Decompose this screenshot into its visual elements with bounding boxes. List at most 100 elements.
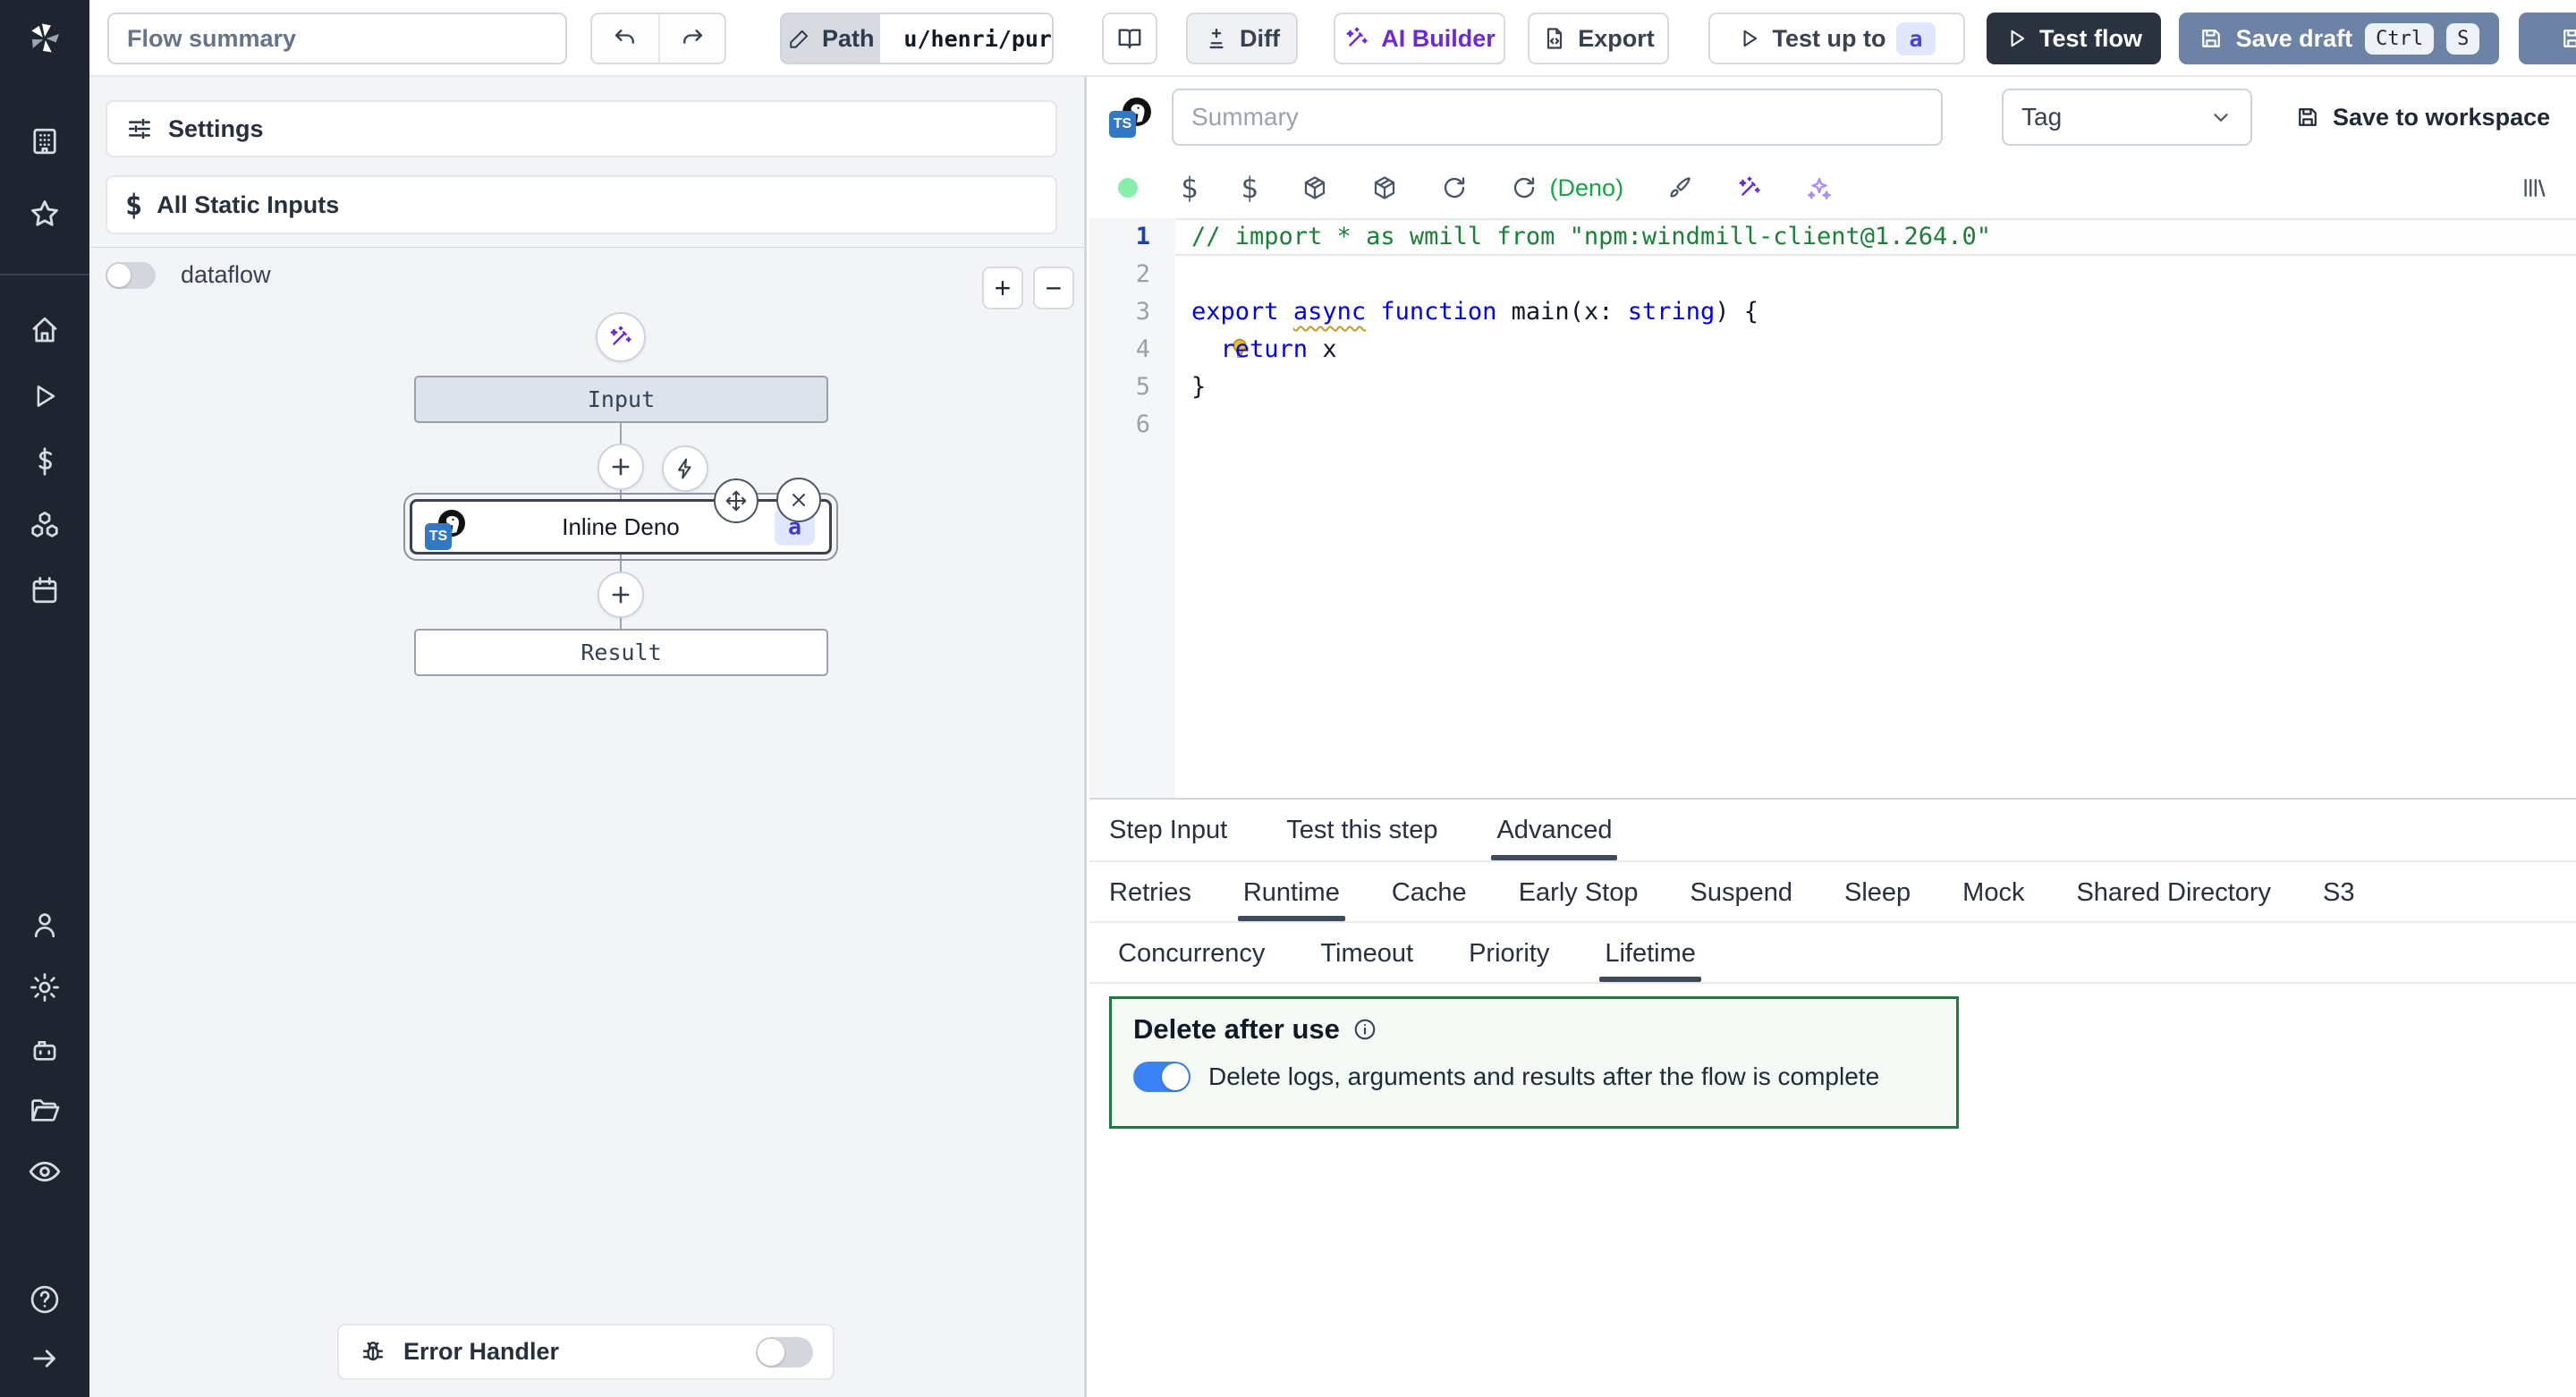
diff-button[interactable]: Diff: [1186, 13, 1298, 64]
tab-suspend[interactable]: Suspend: [1690, 864, 1792, 921]
flow-summary-input[interactable]: [107, 13, 567, 64]
reload-icon[interactable]: [1441, 174, 1468, 201]
flow-panel: Settings $ All Static Inputs dataflow + …: [89, 77, 1087, 1397]
zoom-out-button[interactable]: −: [1033, 267, 1074, 309]
step-editor-panel: TS Tag Save to workspace $ $: [1089, 77, 2576, 1397]
code-line-1: // import * as wmill from "npm:windmill-…: [1175, 218, 2576, 256]
favorites-star-icon[interactable]: [28, 197, 62, 231]
settings-gear-icon[interactable]: [28, 970, 62, 1004]
package-icon[interactable]: [1371, 174, 1398, 201]
redo-button[interactable]: [658, 14, 724, 63]
home-icon[interactable]: [29, 314, 61, 346]
tab-mock[interactable]: Mock: [1962, 864, 2024, 921]
flow-settings-button[interactable]: Settings: [106, 100, 1057, 157]
tab-lifetime[interactable]: Lifetime: [1605, 925, 1696, 982]
error-handler-card[interactable]: Error Handler: [337, 1324, 835, 1380]
windmill-logo[interactable]: [0, 0, 89, 77]
workspace-icon[interactable]: [29, 125, 61, 157]
audit-eye-icon[interactable]: [27, 1154, 63, 1190]
path-button[interactable]: Path u/henri/pur: [780, 13, 1054, 64]
resources-dollar-icon[interactable]: $: [1241, 171, 1258, 205]
step-tabs: Step Input Test this step Advanced: [1089, 798, 2576, 862]
bug-icon: [359, 1338, 387, 1367]
tab-cache[interactable]: Cache: [1392, 864, 1467, 921]
chevron-down-icon: [2209, 106, 2233, 129]
tab-sleep[interactable]: Sleep: [1844, 864, 1911, 921]
tag-select[interactable]: Tag: [2002, 89, 2252, 146]
step-summary-input[interactable]: [1172, 89, 1943, 146]
tab-s3[interactable]: S3: [2323, 864, 2354, 921]
path-label: Path: [822, 25, 875, 53]
tab-early-stop[interactable]: Early Stop: [1519, 864, 1639, 921]
test-up-to-step-badge: a: [1896, 22, 1935, 55]
info-icon[interactable]: [1352, 1017, 1377, 1042]
pencil-icon: [788, 27, 811, 50]
magic-wand-icon: [1343, 25, 1370, 52]
runs-play-icon[interactable]: [30, 381, 60, 411]
tab-advanced[interactable]: Advanced: [1496, 800, 1612, 860]
expand-arrow-icon[interactable]: [29, 1342, 61, 1375]
edge-line: [620, 423, 622, 445]
file-code-icon: [1542, 26, 1567, 51]
runtime-tabs: Concurrency Timeout Priority Lifetime: [1089, 925, 2576, 984]
add-step-button[interactable]: [597, 444, 644, 490]
test-flow-button[interactable]: Test flow: [1987, 13, 2161, 64]
book-icon: [1116, 25, 1143, 52]
line-number: 1: [1089, 218, 1175, 256]
error-handler-toggle[interactable]: [756, 1337, 813, 1367]
save-to-workspace-button[interactable]: Save to workspace: [2295, 104, 2550, 131]
folders-icon[interactable]: [28, 1094, 62, 1128]
delete-after-use-panel: Delete after use Delete logs, arguments …: [1109, 996, 1959, 1129]
ai-sparkles-icon[interactable]: [1806, 174, 1833, 201]
tab-runtime[interactable]: Runtime: [1243, 864, 1340, 921]
tab-retries[interactable]: Retries: [1109, 864, 1191, 921]
move-step-button[interactable]: [714, 478, 758, 523]
deno-ts-icon: TS: [1109, 97, 1150, 138]
reset-runtime-icon[interactable]: [1511, 174, 1538, 201]
add-step-button[interactable]: [597, 572, 644, 618]
variables-dollar-icon[interactable]: $: [1181, 171, 1198, 205]
deploy-button[interactable]: [2519, 13, 2576, 64]
diff-label: Diff: [1240, 25, 1280, 53]
schedules-calendar-icon[interactable]: [29, 574, 61, 606]
all-static-inputs-button[interactable]: $ All Static Inputs: [106, 175, 1057, 234]
flow-node-result[interactable]: Result: [414, 629, 828, 676]
delete-step-button[interactable]: [776, 478, 821, 522]
help-icon[interactable]: [28, 1283, 62, 1317]
dataflow-toggle[interactable]: [106, 262, 156, 289]
format-brush-icon[interactable]: [1666, 174, 1693, 201]
tab-step-input[interactable]: Step Input: [1109, 800, 1227, 860]
export-button[interactable]: Export: [1528, 13, 1669, 64]
zoom-in-button[interactable]: +: [982, 267, 1023, 309]
test-up-to-button[interactable]: Test up to a: [1708, 13, 1965, 64]
tab-shared-directory[interactable]: Shared Directory: [2076, 864, 2271, 921]
ai-flow-builder-button[interactable]: [596, 312, 646, 362]
code-editor[interactable]: 1 2 3 4 5 6 // import * as wmill from "n…: [1089, 218, 2576, 798]
delete-after-use-toggle[interactable]: [1133, 1062, 1191, 1092]
delete-after-use-title: Delete after use: [1133, 1013, 1340, 1046]
flow-node-input[interactable]: Input: [414, 376, 828, 423]
code-line-4: return x: [1175, 331, 2576, 368]
undo-button[interactable]: [592, 14, 658, 63]
dollar-icon: $: [125, 188, 142, 222]
tab-priority[interactable]: Priority: [1469, 925, 1549, 982]
flow-node-inline-deno[interactable]: TS Inline Deno a: [410, 499, 832, 555]
path-value[interactable]: u/henri/pur: [891, 14, 1052, 63]
test-flow-label: Test flow: [2039, 25, 2142, 53]
ai-wand-icon[interactable]: [1736, 174, 1763, 201]
package-icon[interactable]: [1301, 174, 1328, 201]
user-icon[interactable]: [29, 909, 61, 941]
variables-dollar-icon[interactable]: [29, 445, 61, 478]
library-icon[interactable]: [2521, 174, 2547, 201]
tab-timeout[interactable]: Timeout: [1320, 925, 1413, 982]
docs-book-button[interactable]: [1102, 13, 1157, 64]
tab-test-this-step[interactable]: Test this step: [1286, 800, 1437, 860]
workers-robot-icon[interactable]: [28, 1033, 62, 1067]
edge-line: [620, 555, 622, 573]
code-line-2: [1175, 256, 2576, 293]
tab-concurrency[interactable]: Concurrency: [1118, 925, 1265, 982]
save-draft-button[interactable]: Save draft Ctrl S: [2179, 13, 2499, 64]
add-trigger-bolt-button[interactable]: [662, 445, 708, 492]
resources-cubes-icon[interactable]: [28, 509, 62, 543]
ai-builder-button[interactable]: AI Builder: [1334, 13, 1505, 64]
